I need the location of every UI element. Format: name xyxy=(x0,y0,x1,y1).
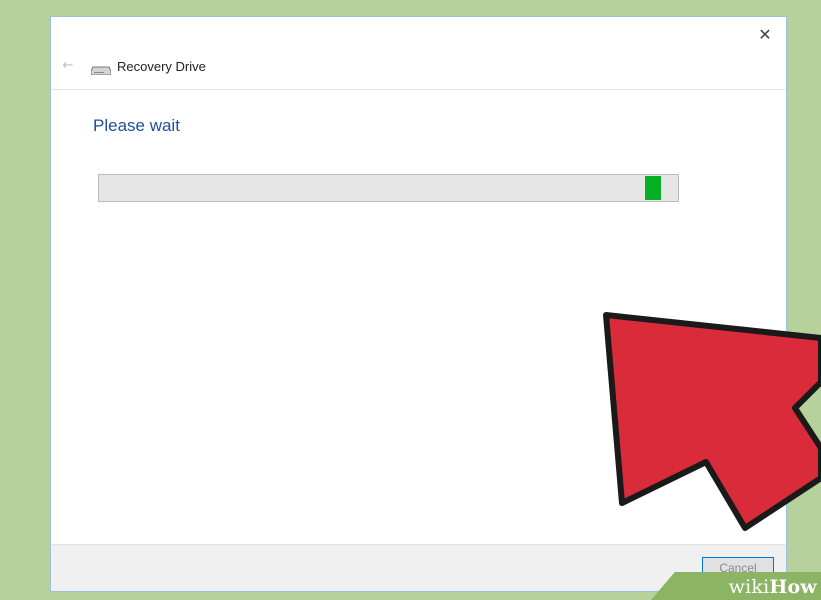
watermark-prefix: wiki xyxy=(728,576,770,598)
drive-icon xyxy=(91,66,111,75)
window-title: Recovery Drive xyxy=(117,59,206,74)
page-heading: Please wait xyxy=(93,116,180,135)
watermark-suffix: How xyxy=(769,576,817,598)
screenshot-stage: ✕ ← Recovery Drive Please wait Cancel wi… xyxy=(0,0,821,600)
back-arrow-icon[interactable]: ← xyxy=(59,57,77,73)
recovery-drive-window: ✕ ← Recovery Drive Please wait Cancel xyxy=(50,16,787,592)
header-divider xyxy=(51,89,786,90)
progress-indicator xyxy=(645,176,661,200)
wikihow-watermark: wikiHow xyxy=(729,576,817,598)
progress-bar xyxy=(98,174,679,202)
close-icon[interactable]: ✕ xyxy=(752,21,778,47)
